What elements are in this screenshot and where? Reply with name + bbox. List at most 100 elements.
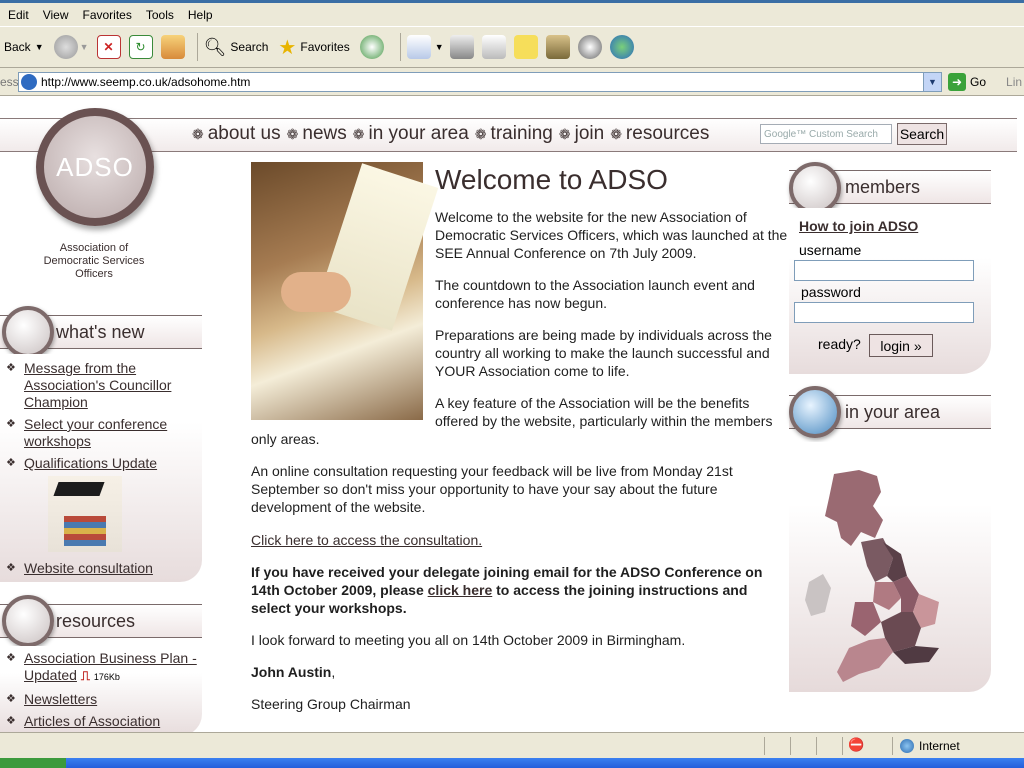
flower-bullet-icon: ❁ — [610, 125, 622, 142]
search-placeholder: Google™ Custom Search — [764, 128, 878, 140]
status-segment — [842, 737, 843, 755]
signature: John Austin, — [251, 663, 335, 681]
login-button[interactable]: login » — [869, 334, 933, 357]
map-region-ireland[interactable] — [805, 574, 831, 616]
address-input[interactable]: http://www.seemp.co.uk/adsohome.htm ▼ — [18, 71, 942, 92]
resources-link[interactable]: Articles of Association — [24, 713, 160, 729]
nav-join[interactable]: ❁ join — [559, 123, 604, 145]
site-search-button[interactable]: Search — [897, 123, 947, 145]
home-icon[interactable] — [160, 35, 185, 59]
logo-text: ADSO — [56, 151, 134, 182]
menu-favorites[interactable]: Favorites — [82, 8, 131, 22]
status-segment — [790, 737, 791, 755]
flower-bullet-icon: ❁ — [474, 125, 487, 142]
go-label: Go — [970, 74, 987, 89]
favorites-button[interactable]: ★ Favorites — [278, 35, 349, 60]
security-zone: Internet — [919, 739, 960, 753]
refresh-icon[interactable]: ↻ — [128, 35, 153, 59]
list-item: Select your conference workshops — [0, 416, 202, 450]
messenger-icon[interactable] — [609, 35, 634, 59]
password-field[interactable] — [794, 302, 974, 323]
top-navigation: ❁ about us ❁ news ❁ in your area ❁ training … — [0, 118, 1017, 152]
benefits-line-1: A key feature of the Association will be… — [435, 395, 750, 411]
edit-icon[interactable] — [481, 35, 506, 59]
nav-training[interactable]: ❁ training — [475, 123, 553, 145]
notebook-icon — [2, 306, 54, 358]
signature-comma: , — [331, 664, 336, 680]
search-button[interactable]: 🔍︎ Search — [204, 37, 269, 58]
list-item: Association Business Plan - Updated ⎍ 17… — [0, 650, 202, 686]
globe-icon — [789, 386, 841, 438]
links-label[interactable]: Lin — [1006, 75, 1022, 89]
graduation-cap-icon — [48, 476, 122, 552]
menu-help[interactable]: Help — [188, 8, 213, 22]
status-segment — [764, 737, 765, 755]
chevron-down-icon[interactable]: ▼ — [35, 42, 44, 52]
go-arrow-icon: ➜ — [948, 72, 966, 91]
password-label: password — [801, 284, 861, 300]
start-button[interactable] — [0, 758, 66, 768]
menu-view[interactable]: View — [43, 8, 69, 22]
flower-bullet-icon: ❁ — [192, 125, 204, 142]
preparations-paragraph: Preparations are being made by individua… — [435, 327, 772, 379]
nav-resources[interactable]: ❁ resources — [610, 123, 709, 145]
address-label: ess — [0, 74, 18, 89]
menu-edit[interactable]: Edit — [8, 8, 29, 22]
intro-paragraph: Welcome to the website for the new Assoc… — [435, 209, 788, 261]
flower-bullet-icon: ❁ — [352, 125, 365, 142]
url-text: http://www.seemp.co.uk/adsohome.htm — [41, 74, 251, 89]
members-title: members — [845, 176, 921, 197]
chevron-down-icon[interactable]: ▼ — [923, 72, 941, 91]
padlock-icon — [789, 162, 841, 214]
books-icon — [2, 595, 54, 647]
whats-new-link[interactable]: Website consultation — [24, 560, 153, 576]
nav-about-us[interactable]: ❁ about us — [192, 123, 281, 145]
history-icon[interactable] — [359, 35, 384, 59]
nav-label: training — [490, 123, 553, 144]
menu-tools[interactable]: Tools — [146, 8, 174, 22]
delegate-paragraph: If you have received your delegate joini… — [251, 563, 786, 617]
nav-in-your-area[interactable]: ❁ in your area — [353, 123, 469, 145]
consultation-link[interactable]: Click here to access the consultation. — [251, 531, 482, 549]
benefits-line-2: offered by the website, particularly wit… — [435, 413, 773, 429]
adso-logo[interactable]: ADSO — [36, 108, 154, 226]
signature-role: Steering Group Chairman — [251, 696, 411, 712]
chevron-down-icon[interactable]: ▼ — [80, 42, 89, 52]
whats-new-link[interactable]: Select your conference workshops — [24, 416, 167, 449]
chevron-down-icon[interactable]: ▼ — [435, 42, 444, 52]
pdf-icon[interactable]: ⎍ — [81, 668, 90, 683]
resources-panel: Association Business Plan - Updated ⎍ 17… — [0, 646, 202, 732]
resources-link[interactable]: Newsletters — [24, 691, 97, 707]
how-to-join-link[interactable]: How to join ADSO — [799, 218, 918, 234]
whats-new-link[interactable]: Message from the Association's Councillo… — [24, 360, 171, 410]
consultation-paragraph: An online consultation requesting your f… — [251, 463, 733, 515]
ie-page-icon — [21, 73, 37, 90]
list-item: Message from the Association's Councillo… — [0, 360, 202, 411]
forward-icon[interactable] — [53, 35, 78, 59]
discuss-icon[interactable] — [577, 35, 602, 59]
members-body: How to join ADSO username password ready… — [789, 208, 991, 374]
uk-map[interactable] — [789, 442, 991, 692]
joining-instructions-link[interactable]: click here — [428, 582, 493, 598]
note-icon[interactable] — [513, 35, 538, 59]
whats-new-link[interactable]: Qualifications Update — [24, 455, 157, 471]
back-button[interactable]: Back ▼ — [4, 40, 44, 54]
nav-label: in your area — [368, 123, 469, 144]
research-icon[interactable] — [545, 35, 570, 59]
go-button[interactable]: ➜ Go — [948, 72, 987, 91]
star-icon: ★ — [278, 36, 297, 59]
map-region-wales[interactable] — [851, 602, 881, 636]
nav-news[interactable]: ❁ news — [287, 123, 347, 145]
map-region-south-west[interactable] — [837, 638, 893, 682]
print-icon[interactable] — [449, 35, 474, 59]
map-region-scotland[interactable] — [825, 470, 883, 546]
nav-label: about us — [207, 123, 281, 144]
blocked-icon[interactable]: ⛔ — [848, 737, 864, 753]
site-search-input[interactable]: Google™ Custom Search — [760, 124, 892, 144]
resources-list: Association Business Plan - Updated ⎍ 17… — [0, 650, 202, 730]
username-field[interactable] — [794, 260, 974, 281]
mail-icon[interactable] — [406, 35, 431, 59]
back-label: Back — [4, 40, 31, 54]
stop-icon[interactable]: ✕ — [96, 35, 121, 59]
nav-label: join — [574, 123, 605, 144]
